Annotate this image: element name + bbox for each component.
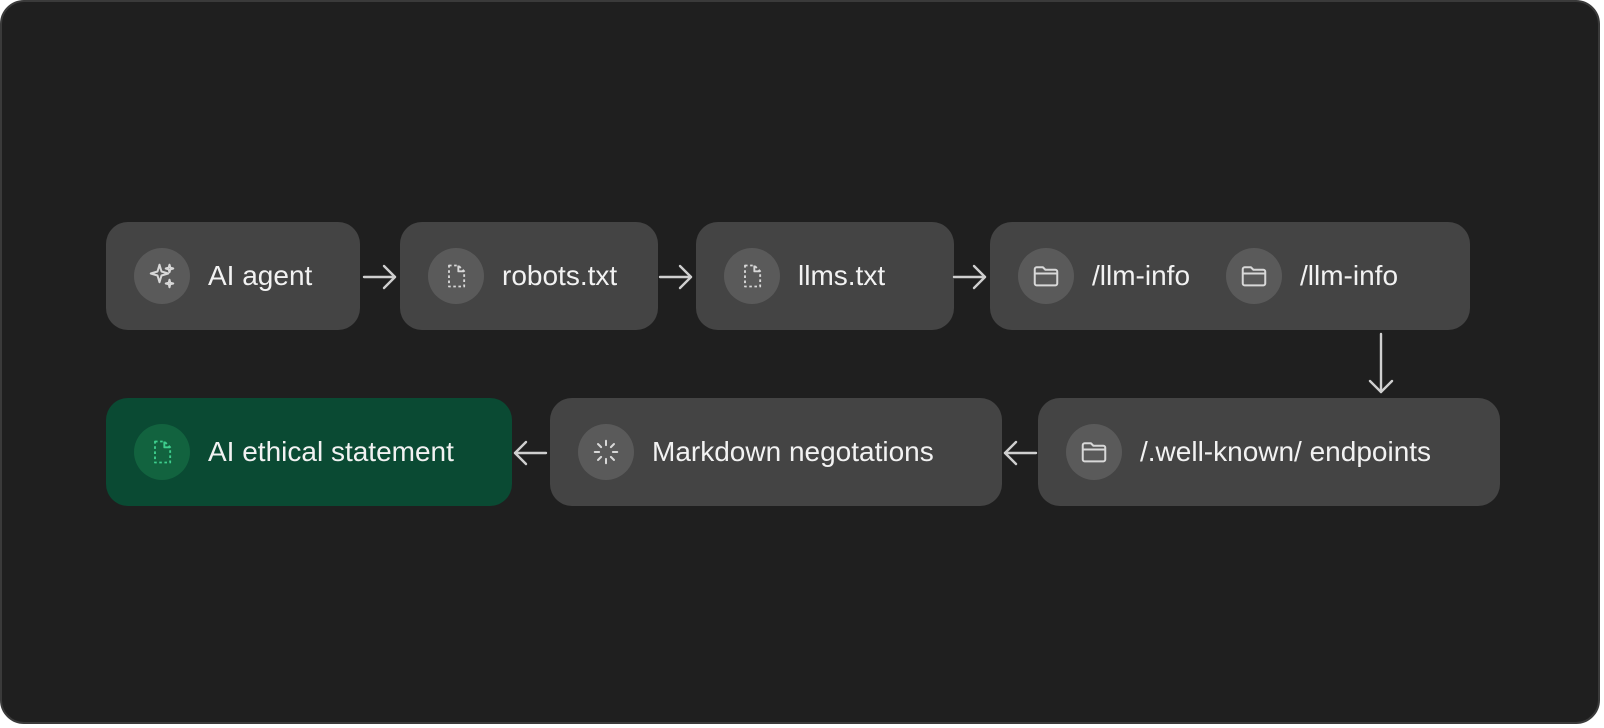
node-ai-agent: AI agent xyxy=(106,222,360,330)
diagram-canvas: AI agent robots.txt llms.txt /llm-info /… xyxy=(0,0,1600,724)
node-item: /llm-info xyxy=(1226,248,1398,304)
arrow-left-icon xyxy=(513,440,548,466)
node-llm-info: /llm-info /llm-info xyxy=(990,222,1470,330)
node-item: /llm-info xyxy=(1018,248,1190,304)
node-robots: robots.txt xyxy=(400,222,658,330)
node-item: Markdown negotations xyxy=(578,424,934,480)
folder-icon xyxy=(1226,248,1283,304)
arrow-right-icon xyxy=(658,264,693,290)
arrow-right-icon xyxy=(952,264,987,290)
node-item: robots.txt xyxy=(428,248,617,304)
sparkles-icon xyxy=(134,248,190,304)
node-label: /llm-info xyxy=(1092,260,1191,291)
node-label: Markdown negotations xyxy=(652,436,934,467)
node-label: robots.txt xyxy=(502,260,618,291)
node-item: AI ethical statement xyxy=(134,424,454,480)
node-label: AI ethical statement xyxy=(208,436,454,467)
node-label: /llm-info xyxy=(1300,260,1399,291)
node-item: /.well-known/ endpoints xyxy=(1066,424,1431,480)
node-markdown: Markdown negotations xyxy=(550,398,1002,506)
folder-icon xyxy=(1066,424,1122,480)
arrow-left-icon xyxy=(1003,440,1038,466)
file-icon xyxy=(724,248,780,304)
node-item: llms.txt xyxy=(724,248,885,304)
folder-icon xyxy=(1018,248,1074,304)
node-label: /.well-known/ endpoints xyxy=(1140,436,1432,467)
node-llms: llms.txt xyxy=(696,222,954,330)
node-label: AI agent xyxy=(208,260,313,291)
node-label: llms.txt xyxy=(798,260,886,291)
node-well-known: /.well-known/ endpoints xyxy=(1038,398,1500,506)
arrow-down-icon xyxy=(1368,332,1394,394)
loader-icon xyxy=(578,424,634,480)
file-icon xyxy=(428,248,484,304)
file-icon xyxy=(134,424,190,480)
node-ethical: AI ethical statement xyxy=(106,398,512,506)
node-item: AI agent xyxy=(134,248,312,304)
arrow-right-icon xyxy=(362,264,397,290)
